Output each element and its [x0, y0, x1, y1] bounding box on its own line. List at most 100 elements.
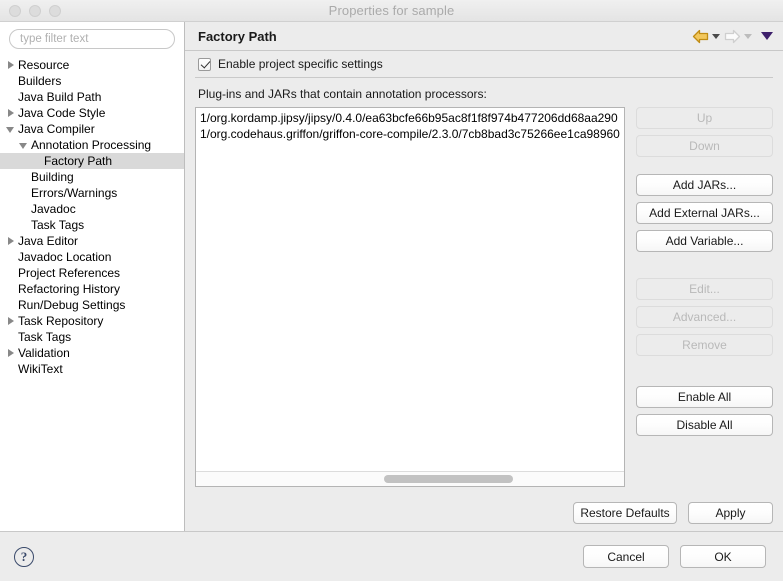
cancel-button[interactable]: Cancel: [583, 545, 669, 568]
twisty-collapsed-icon[interactable]: [6, 348, 16, 358]
sidebar-item-errors-warnings[interactable]: Errors/Warnings: [0, 185, 184, 201]
twisty-collapsed-icon[interactable]: [6, 60, 16, 70]
sidebar-item-javadoc[interactable]: Javadoc: [0, 201, 184, 217]
twisty-collapsed-icon[interactable]: [6, 108, 16, 118]
dialog-body: Resource Builders Java Build Path Java Code…: [0, 22, 783, 531]
sidebar-item-task-tags[interactable]: Task Tags: [0, 217, 184, 233]
edit-button: Edit...: [636, 278, 773, 300]
filter-input[interactable]: [9, 29, 175, 49]
list-action-buttons: Up Down Add JARs... Add External JARs... Add…: [636, 107, 773, 487]
sidebar-item-project-references[interactable]: Project References: [0, 265, 184, 281]
enable-project-specific-label: Enable project specific settings: [218, 57, 383, 71]
down-button: Down: [636, 135, 773, 157]
apply-button[interactable]: Apply: [688, 502, 773, 524]
sidebar-item-label: Run/Debug Settings: [18, 298, 126, 312]
settings-tree-sidebar: Resource Builders Java Build Path Java Code…: [0, 22, 185, 531]
settings-pane: Factory Path Enable project specific set…: [185, 22, 783, 531]
add-jars-button[interactable]: Add JARs...: [636, 174, 773, 196]
pane-menu-chevron-down-icon[interactable]: [761, 32, 773, 40]
sidebar-item-java-code-style[interactable]: Java Code Style: [0, 105, 184, 121]
sidebar-item-label: Java Compiler: [18, 122, 95, 136]
twisty-expanded-icon[interactable]: [19, 140, 29, 150]
sidebar-item-wikitext[interactable]: WikiText: [0, 361, 184, 377]
pane-content: Enable project specific settings Plug-in…: [185, 51, 783, 495]
twisty-collapsed-icon[interactable]: [6, 236, 16, 246]
forward-arrow-icon: [724, 29, 741, 43]
advanced-button: Advanced...: [636, 306, 773, 328]
sidebar-item-run-debug-settings[interactable]: Run/Debug Settings: [0, 297, 184, 313]
sidebar-item-refactoring-history[interactable]: Refactoring History: [0, 281, 184, 297]
ok-button[interactable]: OK: [680, 545, 766, 568]
pane-nav-icons: [692, 29, 773, 44]
sidebar-item-java-build-path[interactable]: Java Build Path: [0, 89, 184, 105]
up-button: Up: [636, 107, 773, 129]
pane-header: Factory Path: [185, 22, 783, 51]
back-arrow-icon: [692, 29, 709, 43]
disable-all-button[interactable]: Disable All: [636, 414, 773, 436]
horizontal-scrollbar-thumb[interactable]: [384, 475, 513, 483]
add-variable-button[interactable]: Add Variable...: [636, 230, 773, 252]
button-spacer: [636, 356, 773, 386]
sidebar-item-label: Project References: [18, 266, 121, 280]
back-button[interactable]: [692, 29, 720, 44]
sidebar-item-label: WikiText: [18, 362, 63, 376]
sidebar-item-resource[interactable]: Resource: [0, 57, 184, 73]
enable-project-specific-row[interactable]: Enable project specific settings: [195, 51, 773, 77]
minimize-button[interactable]: [29, 4, 41, 17]
factory-path-list[interactable]: 1/org.kordamp.jipsy/jipsy/0.4.0/ea63bcfe…: [195, 107, 625, 487]
sidebar-item-label: Resource: [18, 58, 70, 72]
add-external-jars-button[interactable]: Add External JARs...: [636, 202, 773, 224]
filter-container: [0, 29, 184, 55]
factory-path-list-rows[interactable]: 1/org.kordamp.jipsy/jipsy/0.4.0/ea63bcfe…: [196, 108, 624, 471]
enable-project-specific-checkbox[interactable]: [198, 57, 211, 71]
page-title: Factory Path: [198, 28, 277, 44]
window-title: Properties for sample: [328, 3, 455, 18]
sidebar-item-annotation-processing[interactable]: Annotation Processing: [0, 137, 184, 153]
properties-dialog-window: Properties for sample Resource Builders Ja…: [0, 0, 783, 581]
sidebar-item-builders[interactable]: Builders: [0, 73, 184, 89]
sidebar-item-java-editor[interactable]: Java Editor: [0, 233, 184, 249]
button-spacer: [636, 157, 773, 174]
sidebar-item-label: Java Build Path: [18, 90, 102, 104]
apply-row: Restore Defaults Apply: [185, 495, 783, 531]
sidebar-item-label: Task Tags: [31, 218, 85, 232]
sidebar-item-label: Task Tags: [18, 330, 72, 344]
twisty-collapsed-icon[interactable]: [6, 316, 16, 326]
list-caption: Plug-ins and JARs that contain annotatio…: [198, 87, 487, 101]
sidebar-item-factory-path[interactable]: Factory Path: [0, 153, 184, 169]
sidebar-item-label: Errors/Warnings: [31, 186, 118, 200]
sidebar-item-label: Refactoring History: [18, 282, 121, 296]
horizontal-scrollbar[interactable]: [196, 471, 624, 486]
sidebar-item-label: Annotation Processing: [31, 138, 152, 152]
sidebar-item-task-repository[interactable]: Task Repository: [0, 313, 184, 329]
zoom-button[interactable]: [49, 4, 61, 17]
remove-button: Remove: [636, 334, 773, 356]
sidebar-item-javadoc-location[interactable]: Javadoc Location: [0, 249, 184, 265]
settings-tree[interactable]: Resource Builders Java Build Path Java Code…: [0, 55, 184, 531]
sidebar-item-java-compiler[interactable]: Java Compiler: [0, 121, 184, 137]
list-item[interactable]: 1/org.codehaus.griffon/griffon-core-comp…: [196, 126, 624, 142]
list-item[interactable]: 1/org.kordamp.jipsy/jipsy/0.4.0/ea63bcfe…: [196, 110, 624, 126]
sidebar-item-label: Javadoc Location: [18, 250, 112, 264]
sidebar-item-task-tags[interactable]: Task Tags: [0, 329, 184, 345]
back-history-caret-icon[interactable]: [712, 33, 720, 39]
forward-button: [724, 29, 752, 44]
help-icon[interactable]: ?: [14, 546, 34, 567]
sidebar-item-building[interactable]: Building: [0, 169, 184, 185]
close-button[interactable]: [9, 4, 21, 17]
restore-defaults-button[interactable]: Restore Defaults: [573, 502, 677, 524]
footer-buttons: Cancel OK: [583, 545, 766, 568]
enable-all-button[interactable]: Enable All: [636, 386, 773, 408]
sidebar-item-validation[interactable]: Validation: [0, 345, 184, 361]
twisty-expanded-icon[interactable]: [6, 124, 16, 134]
sidebar-item-label: Java Editor: [18, 234, 79, 248]
